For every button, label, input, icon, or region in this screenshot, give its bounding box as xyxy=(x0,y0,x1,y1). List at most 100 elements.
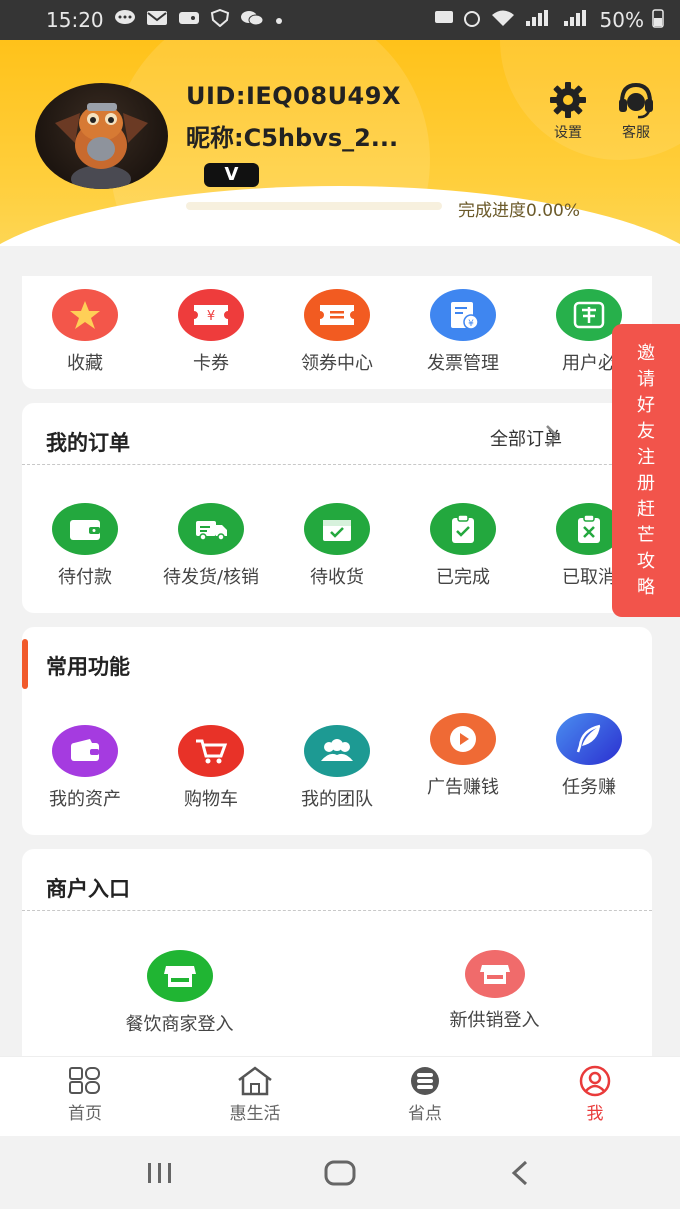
invite-banner-char: 请 xyxy=(637,368,655,390)
settings-button[interactable]: 设置 xyxy=(540,80,596,142)
order-status-completed[interactable]: 已完成 xyxy=(400,503,526,589)
store-icon xyxy=(146,950,213,1002)
order-status-label: 待付款 xyxy=(58,567,112,588)
invite-banner-char: 邀 xyxy=(637,342,655,364)
home-nav-icon xyxy=(324,1160,356,1185)
ticket-icon: ¥ xyxy=(178,289,244,341)
chevron-right-icon[interactable] xyxy=(542,423,562,449)
order-status-pending-payment[interactable]: 待付款 xyxy=(22,503,148,589)
status-bar: 15:20 50% xyxy=(0,0,680,40)
common-functions-card: 常用功能 我的资产 购物车 我的团队 广告赚钱 任务赚 xyxy=(22,627,652,835)
receive-box-icon xyxy=(304,503,370,555)
quick-entries-card: 收藏 ¥ 卡券 领券中心 ¥ 发票管理 用户必 xyxy=(22,276,652,389)
recent-apps-button[interactable] xyxy=(130,1161,190,1185)
tab-me[interactable]: 我 xyxy=(510,1057,680,1136)
function-label: 我的团队 xyxy=(301,789,373,810)
merchant-title: 商户入口 xyxy=(46,877,130,901)
divider xyxy=(22,464,652,465)
mail-icon xyxy=(146,9,168,32)
tab-life[interactable]: 惠生活 xyxy=(170,1057,340,1136)
game-icon xyxy=(178,9,200,32)
function-ad-earn[interactable]: 广告赚钱 xyxy=(400,713,526,811)
store-icon xyxy=(464,950,525,998)
home-nav-button[interactable] xyxy=(310,1159,370,1187)
wechat-icon xyxy=(240,9,264,32)
order-status-label: 已完成 xyxy=(436,567,490,588)
function-label: 我的资产 xyxy=(49,789,121,810)
customer-service-label: 客服 xyxy=(622,125,650,141)
back-button[interactable] xyxy=(490,1159,550,1187)
quick-item-label: 领券中心 xyxy=(301,353,373,374)
merchant-label: 餐饮商家登入 xyxy=(125,1014,234,1035)
order-status-label: 已取消 xyxy=(562,567,616,588)
divider xyxy=(22,910,652,911)
function-task-earn[interactable]: 任务赚 xyxy=(526,713,652,811)
user-nickname: 昵称:C5hbvs_2... xyxy=(186,124,399,152)
grid-icon xyxy=(69,1067,100,1094)
quick-item-invoice[interactable]: ¥ 发票管理 xyxy=(400,289,526,375)
function-label: 任务赚 xyxy=(562,777,616,798)
status-time: 15:20 xyxy=(46,8,104,32)
message-icon xyxy=(434,9,454,32)
quick-item-favorites[interactable]: 收藏 xyxy=(22,289,148,375)
function-label: 购物车 xyxy=(184,789,238,810)
merchant-supply-login[interactable]: 新供销登入 xyxy=(337,950,652,1036)
alarm-icon xyxy=(462,9,482,32)
tab-save[interactable]: 省点 xyxy=(340,1057,510,1136)
invite-banner-char: 攻 xyxy=(637,550,655,572)
tab-label: 省点 xyxy=(408,1104,442,1124)
merchant-label: 新供销登入 xyxy=(449,1010,540,1031)
order-status-pending-receipt[interactable]: 待收货 xyxy=(274,503,400,589)
signal-icon xyxy=(524,9,554,32)
invite-banner-char: 注 xyxy=(637,446,655,468)
system-nav-bar xyxy=(0,1136,680,1209)
signal-icon-2 xyxy=(562,9,592,32)
orders-title: 我的订单 xyxy=(46,431,130,455)
level-progress-bar xyxy=(186,202,442,210)
functions-title: 常用功能 xyxy=(46,655,130,679)
svg-text:¥: ¥ xyxy=(207,309,215,324)
function-my-team[interactable]: 我的团队 xyxy=(274,713,400,811)
section-accent-bar xyxy=(22,639,28,689)
bottom-tab-bar: 首页 惠生活 省点 我 xyxy=(0,1056,680,1136)
function-cart[interactable]: 购物车 xyxy=(148,713,274,811)
invite-banner-char: 好 xyxy=(637,394,655,416)
tab-label: 惠生活 xyxy=(229,1104,281,1124)
order-status-label: 待收货 xyxy=(310,567,364,588)
orders-card: 我的订单 全部订单 待付款 待发货/核销 待收货 已完成 已取消 xyxy=(22,403,652,613)
level-progress-text: 完成进度0.00% xyxy=(458,201,581,221)
merchant-entry-card: 商户入口 餐饮商家登入 新供销登入 xyxy=(22,849,652,1056)
coupon-icon xyxy=(304,289,370,341)
battery-icon xyxy=(652,8,664,33)
tab-home[interactable]: 首页 xyxy=(0,1057,170,1136)
customer-service-button[interactable]: 客服 xyxy=(608,80,664,142)
order-status-label: 待发货/核销 xyxy=(162,567,260,588)
home-icon xyxy=(238,1066,272,1096)
svg-text:¥: ¥ xyxy=(468,319,474,329)
invite-banner-char: 册 xyxy=(637,472,655,494)
clipboard-check-icon xyxy=(430,503,496,555)
order-status-pending-shipment[interactable]: 待发货/核销 xyxy=(148,503,274,589)
quick-item-label: 收藏 xyxy=(67,353,103,374)
settings-label: 设置 xyxy=(554,125,582,141)
star-icon xyxy=(52,289,118,341)
quick-item-coupon-center[interactable]: 领券中心 xyxy=(274,289,400,375)
back-icon xyxy=(511,1160,528,1185)
quick-item-coupons[interactable]: ¥ 卡券 xyxy=(148,289,274,375)
chat-icon xyxy=(114,9,136,32)
wallet-icon xyxy=(52,725,118,777)
invite-banner-char: 芒 xyxy=(637,524,655,546)
merchant-dining-login[interactable]: 餐饮商家登入 xyxy=(22,950,337,1036)
avatar[interactable] xyxy=(35,83,168,189)
wifi-icon xyxy=(490,9,516,32)
wallet-icon xyxy=(52,503,118,555)
invite-banner-char: 赶 xyxy=(637,498,655,520)
function-label: 广告赚钱 xyxy=(427,777,499,798)
function-my-assets[interactable]: 我的资产 xyxy=(22,713,148,811)
quick-item-label: 卡券 xyxy=(193,353,229,374)
battery-text: 50% xyxy=(599,8,644,32)
invite-friends-banner[interactable]: 邀请好友注册赶芒攻略 xyxy=(612,324,680,617)
tab-label: 首页 xyxy=(68,1104,102,1124)
feather-icon xyxy=(556,713,622,765)
vip-badge: V xyxy=(204,163,259,187)
